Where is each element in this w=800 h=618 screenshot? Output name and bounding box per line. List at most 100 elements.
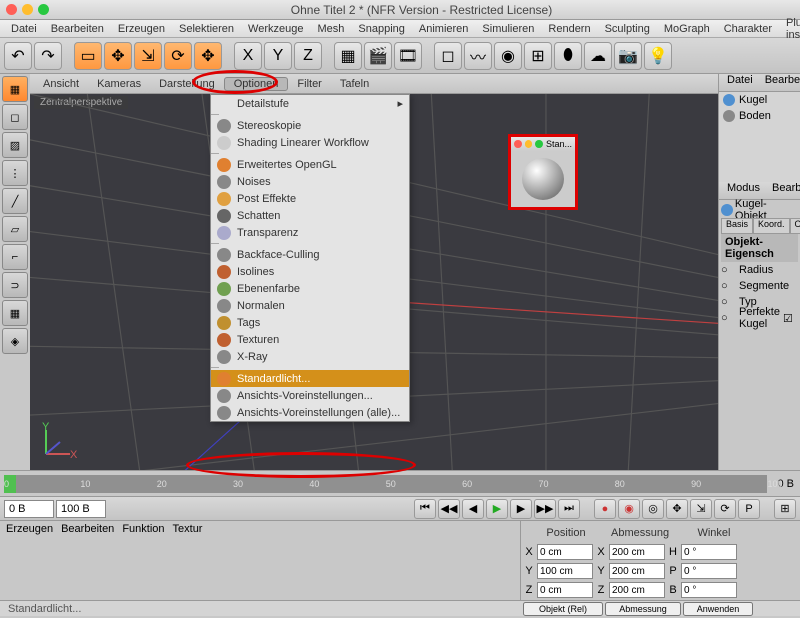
close-icon[interactable] <box>6 4 17 15</box>
viewtab-optionen[interactable]: Optionen <box>224 77 289 91</box>
frame-end-field[interactable] <box>56 500 106 518</box>
record-button[interactable]: ● <box>594 499 616 519</box>
poly-mode[interactable]: ▱ <box>2 216 28 242</box>
key-param-button[interactable]: P <box>738 499 760 519</box>
menu-item-erweitertes-opengl[interactable]: Erweitertes OpenGL <box>211 156 409 173</box>
menu-simulieren[interactable]: Simulieren <box>475 23 541 35</box>
spline-primitive[interactable]: 〰 <box>464 42 492 70</box>
cube-primitive[interactable]: ◻ <box>434 42 462 70</box>
point-mode[interactable]: ⋮ <box>2 160 28 186</box>
menu-item-backface-culling[interactable]: Backface-Culling <box>211 246 409 263</box>
menu-plug-ins[interactable]: Plug-ins <box>779 17 800 41</box>
material-manager[interactable]: Erzeugen Bearbeiten Funktion Textur <box>0 521 520 600</box>
mattab-funktion[interactable]: Funktion <box>122 523 164 541</box>
menu-item-stereoskopie[interactable]: Stereoskopie <box>211 117 409 134</box>
mattab-bearbeiten[interactable]: Bearbeiten <box>61 523 114 541</box>
render-view-button[interactable]: ▦ <box>334 42 362 70</box>
array-button[interactable]: ⊞ <box>524 42 552 70</box>
texture-mode[interactable]: ▨ <box>2 132 28 158</box>
render-button[interactable]: 🎬 <box>364 42 392 70</box>
menu-mesh[interactable]: Mesh <box>310 23 351 35</box>
frame-start-field[interactable] <box>4 500 54 518</box>
menu-item-noises[interactable]: Noises <box>211 173 409 190</box>
menu-bearbeiten[interactable]: Bearbeiten <box>44 23 111 35</box>
size-field[interactable] <box>609 544 665 560</box>
mattab-textur[interactable]: Textur <box>173 523 203 541</box>
viewtab-kameras[interactable]: Kameras <box>88 78 150 90</box>
axis-x-button[interactable]: X <box>234 42 262 70</box>
scale-tool[interactable]: ⇲ <box>134 42 162 70</box>
menu-item-isolines[interactable]: Isolines <box>211 263 409 280</box>
menu-item-normalen[interactable]: Normalen <box>211 297 409 314</box>
tab-modus[interactable]: Modus <box>721 182 766 199</box>
object-row[interactable]: Boden <box>719 108 800 124</box>
attrtab-koord.[interactable]: Koord. <box>753 218 790 234</box>
edge-mode[interactable]: ╱ <box>2 188 28 214</box>
workplane-tool[interactable]: ▦ <box>2 300 28 326</box>
zoom-icon[interactable] <box>38 4 49 15</box>
rotate-tool[interactable]: ⟳ <box>164 42 192 70</box>
menu-item-shading-linearer-workflow[interactable]: Shading Linearer Workflow <box>211 134 409 151</box>
redo-button[interactable]: ↷ <box>34 42 62 70</box>
menu-sculpting[interactable]: Sculpting <box>598 23 657 35</box>
size-field[interactable] <box>609 563 665 579</box>
pos-field[interactable] <box>537 544 593 560</box>
mattab-erzeugen[interactable]: Erzeugen <box>6 523 53 541</box>
menu-item-ansichts-voreinstellungen-alle-[interactable]: Ansichts-Voreinstellungen (alle)... <box>211 404 409 421</box>
move-tool[interactable]: ✥ <box>104 42 132 70</box>
size-mode-select[interactable]: Abmessung <box>605 602 681 616</box>
menu-item-post-effekte[interactable]: Post Effekte <box>211 190 409 207</box>
menu-snapping[interactable]: Snapping <box>351 23 412 35</box>
checkbox-icon[interactable]: ☑ <box>783 312 793 325</box>
rot-field[interactable] <box>681 544 737 560</box>
undo-button[interactable]: ↶ <box>4 42 32 70</box>
play-button[interactable]: ▶ <box>486 499 508 519</box>
viewtab-filter[interactable]: Filter <box>288 78 330 90</box>
attrtab-o[interactable]: O <box>790 218 800 234</box>
menu-animieren[interactable]: Animieren <box>412 23 476 35</box>
tab-bearb[interactable]: Bearb <box>766 182 800 199</box>
viewtab-ansicht[interactable]: Ansicht <box>34 78 88 90</box>
light-button[interactable]: 💡 <box>644 42 672 70</box>
goto-end-button[interactable]: ⏭ <box>558 499 580 519</box>
menu-item-texturen[interactable]: Texturen <box>211 331 409 348</box>
menu-item-standardlicht-[interactable]: Standardlicht... <box>211 370 409 387</box>
rot-field[interactable] <box>681 563 737 579</box>
menu-selektieren[interactable]: Selektieren <box>172 23 241 35</box>
prev-key-button[interactable]: ◀◀ <box>438 499 460 519</box>
key-scale-button[interactable]: ⇲ <box>690 499 712 519</box>
pos-field[interactable] <box>537 582 593 598</box>
render-settings-button[interactable]: 🎞 <box>394 42 422 70</box>
close-icon[interactable] <box>514 140 522 148</box>
viewtab-tafeln[interactable]: Tafeln <box>331 78 378 90</box>
menu-item-schatten[interactable]: Schatten <box>211 207 409 224</box>
menu-item-detailstufe[interactable]: Detailstufe▸ <box>211 95 409 112</box>
menu-werkzeuge[interactable]: Werkzeuge <box>241 23 310 35</box>
key-rot-button[interactable]: ⟳ <box>714 499 736 519</box>
uv-tool[interactable]: ◈ <box>2 328 28 354</box>
menu-mograph[interactable]: MoGraph <box>657 23 717 35</box>
menu-item-x-ray[interactable]: X-Ray <box>211 348 409 365</box>
next-key-button[interactable]: ▶▶ <box>534 499 556 519</box>
menu-erzeugen[interactable]: Erzeugen <box>111 23 172 35</box>
goto-start-button[interactable]: ⏮ <box>414 499 436 519</box>
key-pos-button[interactable]: ✥ <box>666 499 688 519</box>
menu-datei[interactable]: Datei <box>4 23 44 35</box>
environment-button[interactable]: ☁ <box>584 42 612 70</box>
attrtab-basis[interactable]: Basis <box>721 218 753 234</box>
magnet-tool[interactable]: ⊃ <box>2 272 28 298</box>
object-mode[interactable]: ◻ <box>2 104 28 130</box>
menu-item-ebenenfarbe[interactable]: Ebenenfarbe <box>211 280 409 297</box>
nurbs-button[interactable]: ◉ <box>494 42 522 70</box>
pos-field[interactable] <box>537 563 593 579</box>
model-mode[interactable]: ▦ <box>2 76 28 102</box>
size-field[interactable] <box>609 582 665 598</box>
zoom-icon[interactable] <box>535 140 543 148</box>
menu-item-tags[interactable]: Tags <box>211 314 409 331</box>
object-manager[interactable]: KugelBoden <box>719 92 800 182</box>
menu-charakter[interactable]: Charakter <box>717 23 779 35</box>
deformer-button[interactable]: ⬮ <box>554 42 582 70</box>
last-tool[interactable]: ✥ <box>194 42 222 70</box>
object-row[interactable]: Kugel <box>719 92 800 108</box>
minimize-icon[interactable] <box>22 4 33 15</box>
